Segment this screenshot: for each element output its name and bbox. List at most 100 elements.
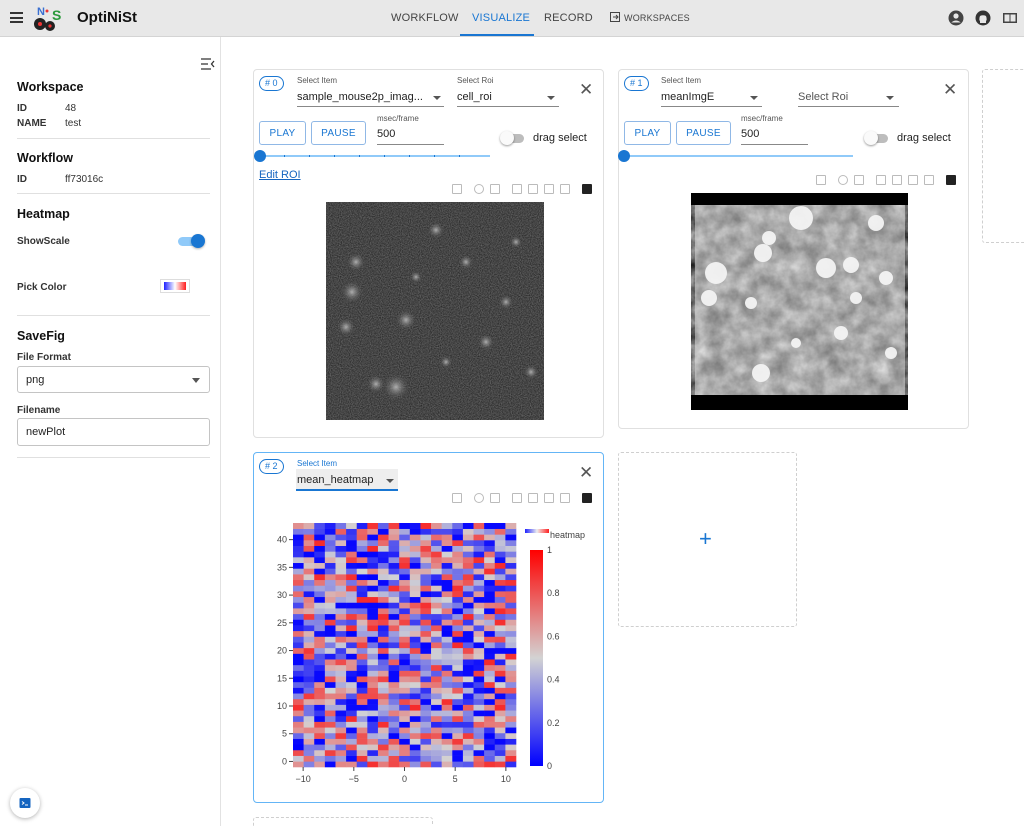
msec-frame-input[interactable]: 500 (741, 128, 801, 140)
play-button[interactable]: PLAY (259, 121, 306, 145)
heatmap-cell (293, 727, 304, 734)
home-icon[interactable] (560, 184, 570, 194)
heatmap-cell (324, 534, 336, 541)
home-icon[interactable] (924, 175, 934, 185)
zoom-out-icon[interactable] (528, 184, 538, 194)
select-item-value[interactable]: sample_mouse2p_imag... (297, 91, 427, 103)
add-panel-slot[interactable] (982, 69, 1024, 243)
heatmap-cell (399, 579, 411, 586)
zoom-icon[interactable] (474, 493, 484, 503)
select-roi-placeholder[interactable]: Select Roi (798, 91, 878, 103)
heatmap-cell (420, 574, 432, 581)
select-roi-value[interactable]: cell_roi (457, 91, 537, 103)
heatmap-cell (367, 528, 379, 535)
heatmap-cell (431, 670, 442, 677)
pause-button[interactable]: PAUSE (311, 121, 366, 145)
plotly-icon[interactable] (946, 175, 956, 185)
tab-workspaces[interactable]: WORKSPACES (624, 13, 690, 23)
github-icon[interactable] (975, 10, 991, 26)
zoom-out-icon[interactable] (892, 175, 902, 185)
menu-icon[interactable] (10, 12, 23, 23)
close-icon[interactable]: ✕ (579, 81, 593, 98)
heatmap-cell (356, 664, 368, 671)
heatmap-cell (335, 710, 347, 717)
zoom-in-icon[interactable] (876, 175, 886, 185)
zoom-icon[interactable] (474, 184, 484, 194)
heatmap-cell (409, 574, 421, 581)
select-item-value[interactable]: mean_heatmap (297, 474, 377, 486)
collapse-sidebar-icon[interactable] (201, 58, 215, 70)
heatmap-cell (388, 523, 400, 529)
heatmap-cell (441, 534, 453, 541)
close-icon[interactable]: ✕ (579, 464, 593, 481)
heatmap-cell (399, 727, 411, 734)
heatmap-cell (367, 710, 379, 717)
zoom-icon[interactable] (838, 175, 848, 185)
tab-record[interactable]: RECORD (544, 12, 593, 24)
account-icon[interactable] (948, 10, 964, 26)
plotly-icon[interactable] (582, 493, 592, 503)
heatmap-cell (346, 579, 358, 586)
heatmap-cell (293, 528, 304, 535)
camera-icon[interactable] (452, 493, 462, 503)
pan-icon[interactable] (854, 175, 864, 185)
heatmap-cell (346, 625, 358, 632)
msec-frame-input[interactable]: 500 (377, 128, 437, 140)
add-panel-slot[interactable] (253, 817, 433, 826)
camera-icon[interactable] (816, 175, 826, 185)
heatmap-cell (462, 761, 474, 768)
zoom-out-icon[interactable] (528, 493, 538, 503)
heatmap-cell (388, 721, 400, 728)
heatmap-cell (441, 653, 453, 660)
pause-button[interactable]: PAUSE (676, 121, 731, 145)
frame-slider[interactable] (254, 150, 490, 162)
heatmap-cell (494, 738, 506, 745)
pan-icon[interactable] (490, 184, 500, 194)
play-button[interactable]: PLAY (624, 121, 671, 145)
heatmap-cell (409, 761, 421, 768)
pick-color-swatch[interactable] (160, 279, 190, 293)
heatmap-cell (441, 540, 453, 546)
frame-slider[interactable] (618, 150, 853, 162)
heatmap-cell (377, 545, 389, 552)
book-icon[interactable] (1002, 10, 1018, 26)
heatmap-cell (484, 551, 496, 558)
plotly-icon[interactable] (582, 184, 592, 194)
terminal-button[interactable] (10, 788, 40, 818)
filename-input[interactable] (17, 418, 210, 446)
heatmap-cell (420, 715, 432, 722)
pan-icon[interactable] (490, 493, 500, 503)
zoom-in-icon[interactable] (512, 184, 522, 194)
showscale-toggle[interactable] (178, 234, 205, 248)
home-icon[interactable] (560, 493, 570, 503)
drag-select-switch[interactable] (500, 131, 526, 145)
heatmap-cell (431, 625, 442, 632)
heatmap-cell (388, 738, 400, 745)
close-icon[interactable]: ✕ (943, 81, 957, 98)
edit-roi-link[interactable]: Edit ROI (259, 169, 301, 181)
heatmap-cell (462, 562, 474, 569)
autoscale-icon[interactable] (544, 184, 554, 194)
tab-visualize[interactable]: VISUALIZE (472, 12, 530, 24)
heatmap-cell (505, 693, 517, 700)
heatmap-cell (505, 715, 517, 722)
select-item-label: Select Item (661, 76, 702, 85)
heatmap-cell (335, 596, 347, 603)
heatmap-cell (314, 540, 326, 546)
autoscale-icon[interactable] (544, 493, 554, 503)
heatmap-cell (420, 568, 432, 575)
add-panel-button[interactable]: + (618, 452, 797, 627)
file-format-select[interactable]: png (17, 366, 210, 393)
heatmap-cell (494, 630, 506, 637)
tab-workflow[interactable]: WORKFLOW (391, 12, 459, 24)
autoscale-icon[interactable] (908, 175, 918, 185)
heatmap-cell (314, 755, 326, 762)
select-item-value[interactable]: meanImgE (661, 91, 741, 103)
heatmap-cell (399, 749, 411, 756)
camera-icon[interactable] (452, 184, 462, 194)
drag-select-switch[interactable] (864, 131, 890, 145)
heatmap-cell (324, 664, 336, 671)
heatmap-cell (494, 545, 506, 552)
heatmap-cell (293, 625, 304, 632)
zoom-in-icon[interactable] (512, 493, 522, 503)
